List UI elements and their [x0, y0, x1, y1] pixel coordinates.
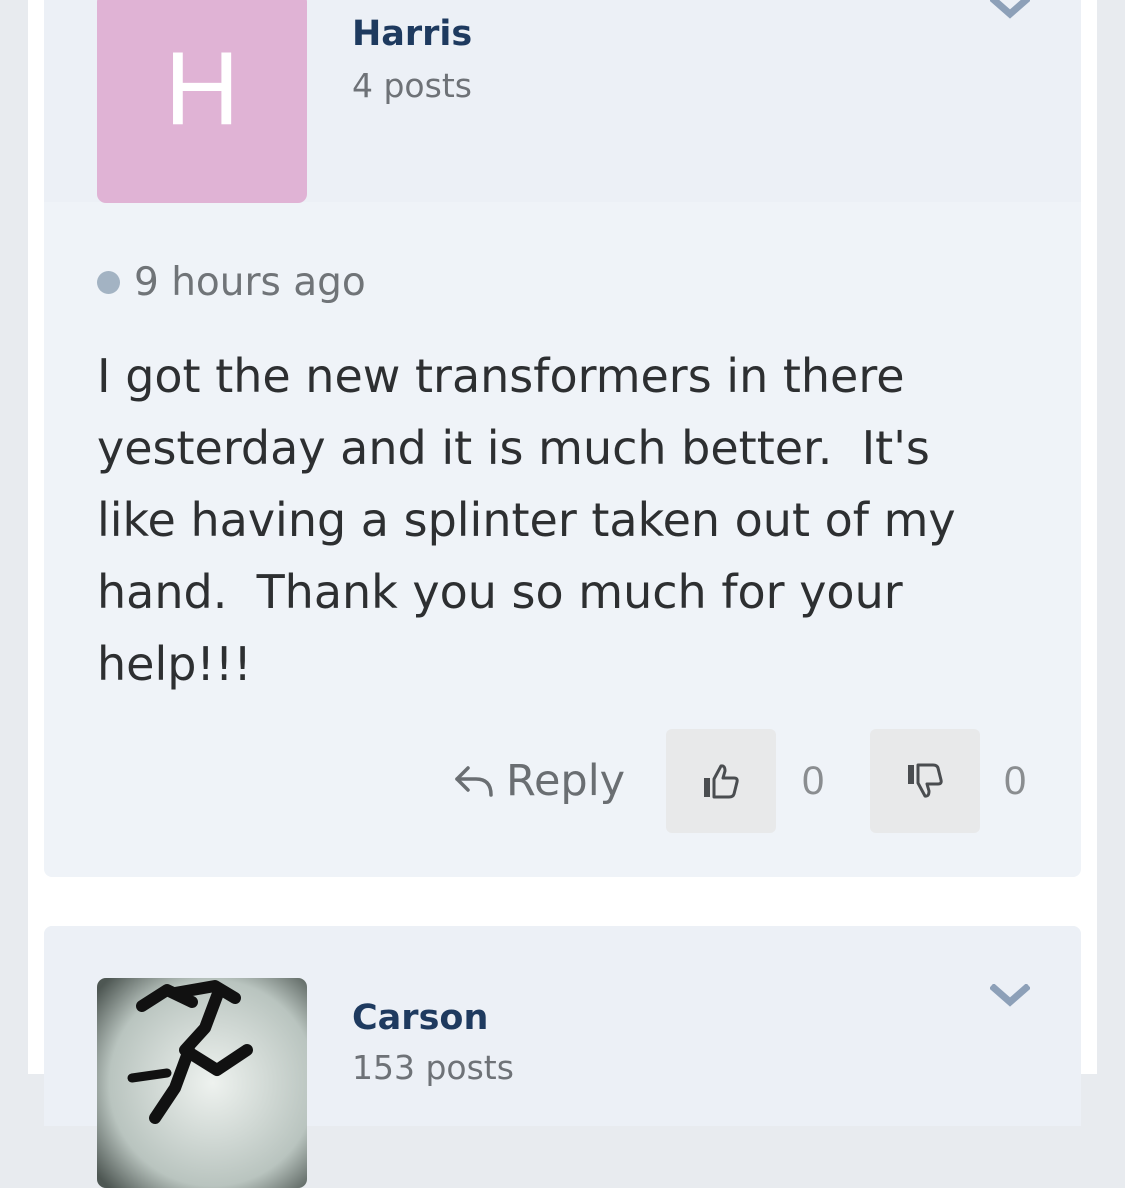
author-name[interactable]: Carson [352, 998, 488, 1038]
post-card: H Harris 4 posts 9 hours ago I got the n… [44, 0, 1081, 877]
upvote-button[interactable] [666, 729, 776, 833]
thumbs-down-icon [908, 763, 943, 798]
downvote-count: 0 [1004, 758, 1027, 803]
post-card: Carson 153 posts [44, 926, 1081, 1188]
downvote-button[interactable] [870, 729, 980, 833]
post-author-header: Carson 153 posts [44, 926, 1081, 1188]
post-timestamp: 9 hours ago [134, 259, 366, 305]
author-post-count: 4 posts [352, 66, 472, 105]
avatar-image [97, 978, 307, 1188]
chevron-down-icon[interactable] [990, 0, 1030, 20]
post-body: I got the new transformers in there yest… [97, 349, 956, 691]
post-author-header: H Harris 4 posts [44, 0, 1081, 203]
author-post-count: 153 posts [352, 1048, 514, 1087]
reply-label: Reply [506, 756, 626, 806]
topic-thread: H Harris 4 posts 9 hours ago I got the n… [28, 0, 1097, 1188]
upvote-count: 0 [802, 758, 825, 803]
reply-arrow-icon [455, 766, 493, 797]
status-dot-icon [97, 270, 120, 294]
avatar[interactable]: H [97, 0, 307, 203]
post-meta: 9 hours ago [97, 258, 366, 306]
avatar[interactable] [97, 978, 307, 1188]
author-name[interactable]: Harris [352, 14, 472, 54]
reply-button[interactable]: Reply [454, 729, 625, 833]
thumbs-up-icon [704, 764, 739, 799]
chevron-down-icon[interactable] [990, 984, 1030, 1008]
avatar-initial: H [164, 31, 240, 147]
